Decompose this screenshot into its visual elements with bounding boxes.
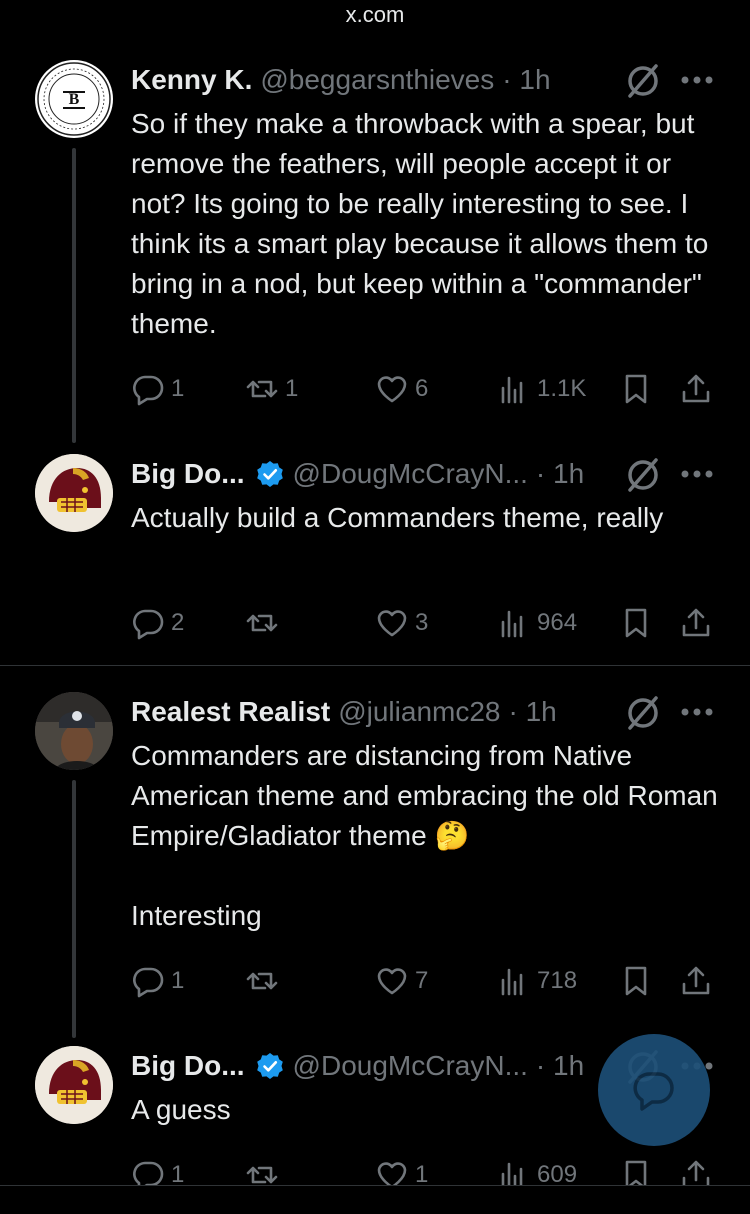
views-icon — [501, 376, 523, 404]
view-count: 964 — [537, 609, 578, 636]
repost-button[interactable] — [245, 603, 279, 643]
user-handle[interactable]: @beggarsnthieves — [260, 64, 494, 96]
user-handle[interactable]: @DougMcCrayN... — [293, 458, 528, 490]
like-button[interactable]: 6 — [375, 369, 428, 409]
grok-icon[interactable] — [624, 694, 662, 732]
more-icon[interactable] — [680, 75, 714, 85]
share-icon — [682, 374, 710, 403]
url-bar[interactable]: x.com — [0, 0, 750, 32]
display-name[interactable]: Big Do... — [131, 458, 245, 490]
views-button[interactable]: 1.1K — [497, 369, 586, 409]
grok-icon[interactable] — [624, 62, 662, 100]
reply-button[interactable]: 1 — [131, 961, 184, 1001]
display-name[interactable]: Kenny K. — [131, 64, 252, 96]
views-icon — [501, 968, 523, 996]
svg-text:B: B — [69, 91, 80, 108]
repost-icon — [246, 380, 278, 398]
share-button[interactable] — [679, 603, 713, 643]
timestamp[interactable]: · 1h — [509, 696, 557, 728]
verified-icon — [256, 1053, 283, 1079]
display-name[interactable]: Big Do... — [131, 1050, 245, 1082]
more-icon[interactable] — [680, 707, 714, 717]
avatar[interactable] — [35, 692, 113, 770]
bookmark-icon — [625, 608, 647, 638]
user-handle[interactable]: @DougMcCrayN... — [293, 1050, 528, 1082]
more-icon[interactable] — [680, 469, 714, 479]
bookmark-button[interactable] — [619, 603, 653, 643]
repost-icon — [246, 972, 278, 990]
reply-count: 1 — [171, 967, 185, 994]
view-count: 1.1K — [537, 375, 587, 402]
share-button[interactable] — [679, 369, 713, 409]
grok-icon[interactable] — [624, 456, 662, 494]
reply-icon — [133, 375, 164, 406]
repost-button[interactable]: 1 — [245, 369, 298, 409]
reply-icon — [133, 967, 164, 998]
like-count: 6 — [415, 375, 429, 402]
bookmark-button[interactable] — [619, 961, 653, 1001]
timestamp[interactable]: · 1h — [536, 458, 584, 490]
repost-icon — [246, 614, 278, 632]
bookmark-icon — [625, 374, 647, 404]
like-icon — [377, 610, 407, 637]
share-icon — [682, 608, 710, 637]
tweet-text-2: Interesting — [131, 900, 262, 931]
reply-count: 2 — [171, 609, 185, 636]
avatar[interactable] — [35, 454, 113, 532]
tweet-text: Commanders are distancing from Native Am… — [131, 740, 718, 851]
like-count: 7 — [415, 967, 429, 994]
repost-count: 1 — [285, 375, 299, 402]
views-button[interactable]: 718 — [497, 961, 577, 1001]
bookmark-button[interactable] — [619, 369, 653, 409]
compose-reply-icon — [633, 1072, 674, 1111]
views-button[interactable]: 964 — [497, 603, 577, 643]
like-count: 3 — [415, 609, 429, 636]
share-icon — [682, 966, 710, 995]
thread-line — [72, 148, 76, 443]
timestamp[interactable]: · 1h — [502, 64, 550, 96]
reply-icon — [133, 609, 164, 640]
like-icon — [377, 376, 407, 403]
reply-count: 1 — [171, 375, 185, 402]
bottom-bar — [0, 1185, 750, 1214]
like-icon — [377, 968, 407, 995]
bookmark-icon — [625, 966, 647, 996]
like-button[interactable]: 7 — [375, 961, 428, 1001]
divider — [0, 665, 750, 666]
share-button[interactable] — [679, 961, 713, 1001]
display-name[interactable]: Realest Realist — [131, 696, 330, 728]
reply-button[interactable]: 2 — [131, 603, 184, 643]
view-count: 718 — [537, 967, 578, 994]
thread-line — [72, 780, 76, 1038]
tweet-actions: 2 3 964 — [131, 603, 721, 643]
avatar[interactable]: B — [35, 60, 113, 138]
tweet-text: So if they make a throwback with a spear… — [131, 108, 709, 339]
avatar[interactable] — [35, 1046, 113, 1124]
user-handle[interactable]: @julianmc28 — [338, 696, 500, 728]
tweet-actions: 1 1 6 1.1K — [131, 369, 721, 409]
compose-reply-button[interactable] — [598, 1034, 710, 1146]
reply-button[interactable]: 1 — [131, 369, 184, 409]
timestamp[interactable]: · 1h — [536, 1050, 584, 1082]
verified-icon — [256, 461, 283, 487]
views-icon — [501, 610, 523, 638]
tweet-actions: 1 7 718 — [131, 961, 721, 1001]
like-button[interactable]: 3 — [375, 603, 428, 643]
tweet-text: Actually build a Commanders theme, reall… — [131, 502, 664, 533]
repost-button[interactable] — [245, 961, 279, 1001]
